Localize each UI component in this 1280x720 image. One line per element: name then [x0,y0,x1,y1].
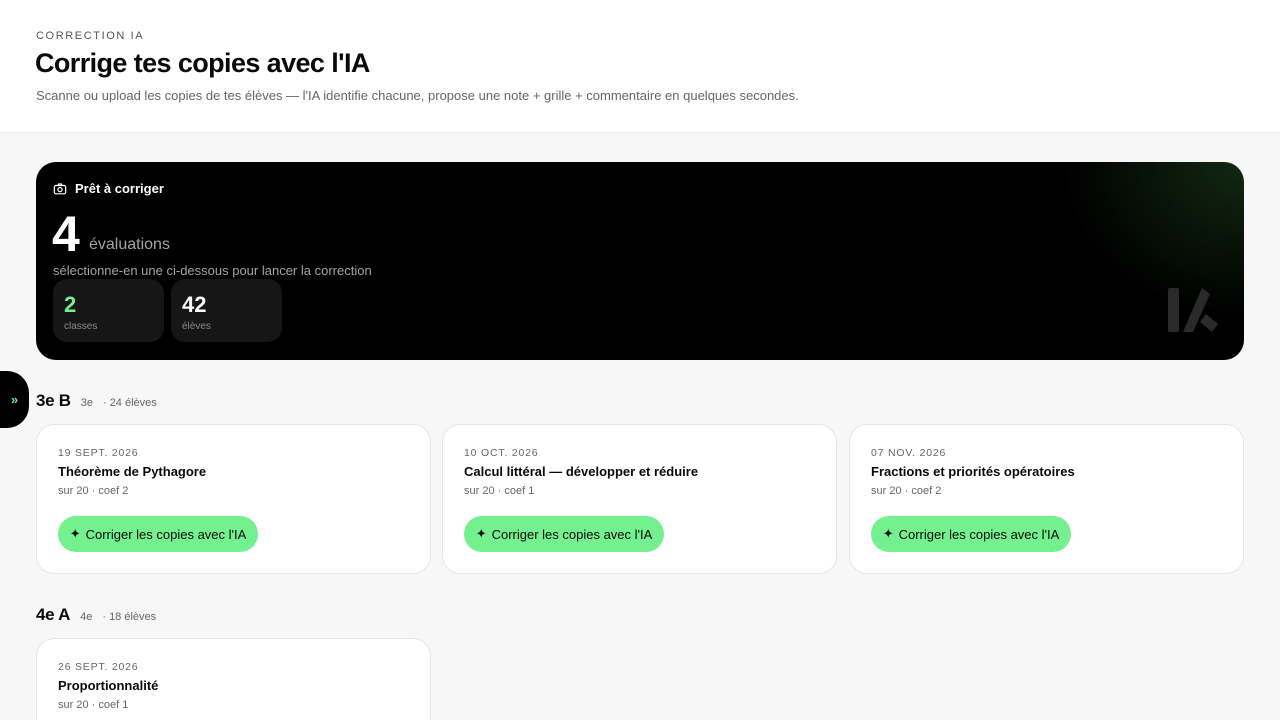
evaluation-card: 07 NOV. 2026 Fractions et priorités opér… [849,424,1244,574]
evaluation-meta: sur 20 · coef 2 [871,485,942,497]
correct-with-ai-button[interactable]: ✦ Corriger les copies avec l'IA [58,516,258,552]
correct-with-ai-label: Corriger les copies avec l'IA [491,526,653,542]
ready-tag-label: Prêt à corriger [75,181,164,196]
evaluation-card: 26 SEPT. 2026 Proportionnalité sur 20 · … [36,638,431,720]
classes-stat-value: 2 [64,292,77,317]
correct-with-ai-label: Corriger les copies avec l'IA [898,526,1060,542]
selection-hint: sélectionne-en une ci-dessous pour lance… [53,263,372,278]
evaluation-meta: sur 20 · coef 1 [464,485,535,497]
evaluation-title: Calcul littéral — développer et réduire [464,464,699,479]
class-name: 3e B [36,391,71,410]
class-student-count: · 18 élèves [102,611,157,623]
evaluation-count-label: évaluations [89,236,170,253]
sparkle-icon: ✦ [882,526,894,541]
page-eyebrow: CORRECTION IA [36,30,145,42]
ready-summary-panel: Prêt à corriger 4 évaluations sélectionn… [36,162,1244,360]
class-level: 4e [80,611,93,623]
brand-logo-watermark [1168,288,1218,332]
page-subtitle: Scanne ou upload les copies de tes élève… [36,88,799,103]
students-stat-label: élèves [182,321,211,332]
chevrons-right-icon: » [10,392,19,407]
classes-stat-card: 2 classes [53,279,164,342]
evaluation-title: Proportionnalité [58,678,159,693]
classes-stat-label: classes [64,321,98,332]
camera-icon [53,182,67,194]
evaluation-date: 07 NOV. 2026 [871,447,947,459]
sparkle-icon: ✦ [475,526,487,541]
evaluation-card: 19 SEPT. 2026 Théorème de Pythagore sur … [36,424,431,574]
class-student-count: · 24 élèves [102,397,157,409]
evaluation-title: Théorème de Pythagore [58,464,207,479]
evaluation-date: 10 OCT. 2026 [464,447,539,459]
evaluation-meta: sur 20 · coef 2 [58,485,129,497]
correct-with-ai-button[interactable]: ✦ Corriger les copies avec l'IA [464,516,664,552]
sparkle-icon: ✦ [69,526,81,541]
evaluation-title: Fractions et priorités opératoires [871,464,1075,479]
sidebar-expand-button[interactable]: » [0,371,29,428]
evaluation-date: 19 SEPT. 2026 [58,447,139,459]
class-header-4e-a: 4e A 4e · 18 élèves [36,605,156,625]
evaluation-count: 4 [52,206,80,262]
correct-with-ai-button[interactable]: ✦ Corriger les copies avec l'IA [871,516,1071,552]
page-header: CORRECTION IA Corrige tes copies avec l'… [0,0,1280,133]
class-level: 3e [80,397,93,409]
class-name: 4e A [36,605,71,624]
evaluation-date: 26 SEPT. 2026 [58,661,139,673]
evaluation-card: 10 OCT. 2026 Calcul littéral — développe… [442,424,837,574]
evaluation-meta: sur 20 · coef 1 [58,699,129,711]
students-stat-card: 42 élèves [171,279,282,342]
page-title: Corrige tes copies avec l'IA [35,48,370,78]
students-stat-value: 42 [182,292,207,317]
correct-with-ai-label: Corriger les copies avec l'IA [85,526,247,542]
ready-tag: Prêt à corriger [53,181,164,196]
class-header-3e-b: 3e B 3e · 24 élèves [36,391,157,411]
